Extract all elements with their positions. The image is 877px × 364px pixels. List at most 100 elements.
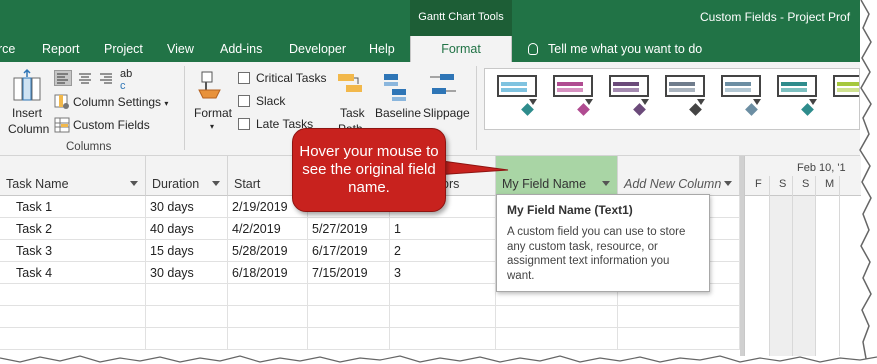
tab-report[interactable]: Report bbox=[42, 36, 80, 62]
timescale-day: S bbox=[802, 178, 810, 190]
tab-format[interactable]: Format bbox=[410, 36, 512, 62]
empty-cell[interactable] bbox=[618, 328, 740, 350]
timescale-day: M bbox=[825, 178, 835, 190]
tab-project[interactable]: Project bbox=[104, 36, 143, 62]
wrap-text-icon[interactable]: ab c bbox=[120, 68, 132, 92]
tab-add-ins[interactable]: Add-ins bbox=[220, 36, 262, 62]
timescale-gridline bbox=[815, 176, 816, 356]
slippage-button[interactable]: Slippage bbox=[423, 106, 470, 120]
empty-cell[interactable] bbox=[146, 328, 228, 350]
start-cell[interactable]: 5/28/2019 bbox=[228, 240, 308, 262]
finish-cell[interactable]: 6/17/2019 bbox=[308, 240, 390, 262]
chevron-down-icon[interactable] bbox=[724, 181, 732, 186]
gantt-style-6[interactable] bbox=[773, 75, 819, 125]
critical-tasks-checkbox[interactable] bbox=[238, 72, 250, 84]
column-header-duration[interactable]: Duration bbox=[146, 156, 228, 196]
gantt-style-2[interactable] bbox=[549, 75, 595, 125]
align-right-icon[interactable] bbox=[98, 71, 114, 85]
empty-cell[interactable] bbox=[496, 328, 618, 350]
tab-resource[interactable]: rce bbox=[0, 36, 15, 62]
format-chevron-down-icon[interactable]: ▾ bbox=[210, 122, 214, 131]
tab-developer[interactable]: Developer bbox=[289, 36, 346, 62]
tab-help[interactable]: Help bbox=[369, 36, 395, 62]
duration-cell[interactable]: 30 days bbox=[146, 196, 228, 218]
empty-cell[interactable] bbox=[308, 306, 390, 328]
finish-cell[interactable]: 5/27/2019 bbox=[308, 218, 390, 240]
chevron-down-icon[interactable] bbox=[602, 181, 610, 186]
gantt-style-5[interactable] bbox=[717, 75, 763, 125]
empty-cell[interactable] bbox=[496, 306, 618, 328]
empty-cell[interactable] bbox=[228, 284, 308, 306]
gantt-style-3[interactable] bbox=[605, 75, 651, 125]
ribbon-separator-2 bbox=[476, 66, 477, 150]
predecessors-cell[interactable]: 3 bbox=[390, 262, 496, 284]
duration-cell[interactable]: 40 days bbox=[146, 218, 228, 240]
slack-checkbox[interactable] bbox=[238, 95, 250, 107]
gantt-style-4[interactable] bbox=[661, 75, 707, 125]
context-tools-label: Gantt Chart Tools bbox=[410, 0, 512, 36]
chevron-down-icon[interactable] bbox=[130, 181, 138, 186]
start-cell[interactable]: 4/2/2019 bbox=[228, 218, 308, 240]
gantt-style-1[interactable] bbox=[493, 75, 539, 125]
empty-cell[interactable] bbox=[390, 284, 496, 306]
timescale-gridline bbox=[769, 176, 770, 356]
duration-cell[interactable]: 30 days bbox=[146, 262, 228, 284]
task-name-cell[interactable]: Task 2 bbox=[0, 218, 146, 240]
empty-cell[interactable] bbox=[228, 306, 308, 328]
annotation-callout: Hover your mouse to see the original fie… bbox=[292, 128, 446, 212]
window-title: Custom Fields - Project Prof bbox=[700, 10, 851, 24]
format-paint-icon bbox=[198, 71, 221, 99]
format-button[interactable]: Format bbox=[194, 106, 232, 120]
late-tasks-checkbox[interactable] bbox=[238, 118, 250, 130]
torn-edge-decoration bbox=[859, 0, 877, 364]
empty-cell[interactable] bbox=[308, 328, 390, 350]
empty-cell[interactable] bbox=[390, 306, 496, 328]
baseline-button[interactable]: Baseline bbox=[375, 106, 421, 120]
empty-cell[interactable] bbox=[390, 328, 496, 350]
timescale-gridline bbox=[792, 176, 793, 356]
tooltip-body: A custom field you can use to store any … bbox=[507, 226, 686, 282]
task-name-cell[interactable]: Task 4 bbox=[0, 262, 146, 284]
tell-me-search[interactable]: Tell me what you want to do bbox=[528, 36, 702, 62]
tell-me-label: Tell me what you want to do bbox=[548, 42, 703, 56]
custom-fields-button[interactable]: Custom Fields bbox=[73, 118, 150, 132]
empty-cell[interactable] bbox=[228, 328, 308, 350]
table-row[interactable] bbox=[0, 328, 740, 350]
empty-cell[interactable] bbox=[146, 306, 228, 328]
predecessors-cell[interactable]: 2 bbox=[390, 240, 496, 262]
task-name-cell[interactable]: Task 1 bbox=[0, 196, 146, 218]
predecessors-cell[interactable]: 1 bbox=[390, 218, 496, 240]
column-header-task-name[interactable]: Task Name bbox=[0, 156, 146, 196]
empty-cell[interactable] bbox=[308, 284, 390, 306]
gantt-timescale: Feb 10, '1 F S S M bbox=[744, 156, 861, 356]
empty-cell[interactable] bbox=[0, 306, 146, 328]
table-row[interactable] bbox=[0, 306, 740, 328]
gantt-style-7[interactable] bbox=[829, 75, 859, 125]
baseline-icon bbox=[384, 74, 406, 101]
columns-group-label: Columns bbox=[66, 141, 112, 153]
critical-tasks-label: Critical Tasks bbox=[256, 71, 327, 85]
empty-cell[interactable] bbox=[146, 284, 228, 306]
insert-column-label-2[interactable]: Column bbox=[8, 122, 49, 136]
task-name-cell[interactable]: Task 3 bbox=[0, 240, 146, 262]
column-settings-button[interactable]: Column Settings ▾ bbox=[73, 95, 168, 109]
align-left-icon[interactable] bbox=[54, 70, 72, 86]
timescale-day: S bbox=[779, 178, 787, 190]
task-path-label-1[interactable]: Task bbox=[340, 106, 365, 120]
chevron-down-icon[interactable] bbox=[212, 181, 220, 186]
insert-column-icon bbox=[13, 68, 41, 101]
tab-view[interactable]: View bbox=[167, 36, 194, 62]
finish-cell[interactable]: 7/15/2019 bbox=[308, 262, 390, 284]
empty-cell[interactable] bbox=[618, 306, 740, 328]
insert-column-label-1[interactable]: Insert bbox=[12, 106, 42, 120]
empty-cell[interactable] bbox=[0, 284, 146, 306]
custom-fields-icon bbox=[54, 117, 70, 133]
align-center-icon[interactable] bbox=[77, 71, 93, 85]
weekend-shading bbox=[770, 196, 792, 356]
column-header-my-field-name[interactable]: My Field Name bbox=[496, 156, 618, 196]
start-cell[interactable]: 6/18/2019 bbox=[228, 262, 308, 284]
title-bar: Gantt Chart Tools Custom Fields - Projec… bbox=[0, 0, 860, 36]
duration-cell[interactable]: 15 days bbox=[146, 240, 228, 262]
empty-cell[interactable] bbox=[0, 328, 146, 350]
column-header-add-new[interactable]: Add New Column bbox=[618, 156, 740, 196]
